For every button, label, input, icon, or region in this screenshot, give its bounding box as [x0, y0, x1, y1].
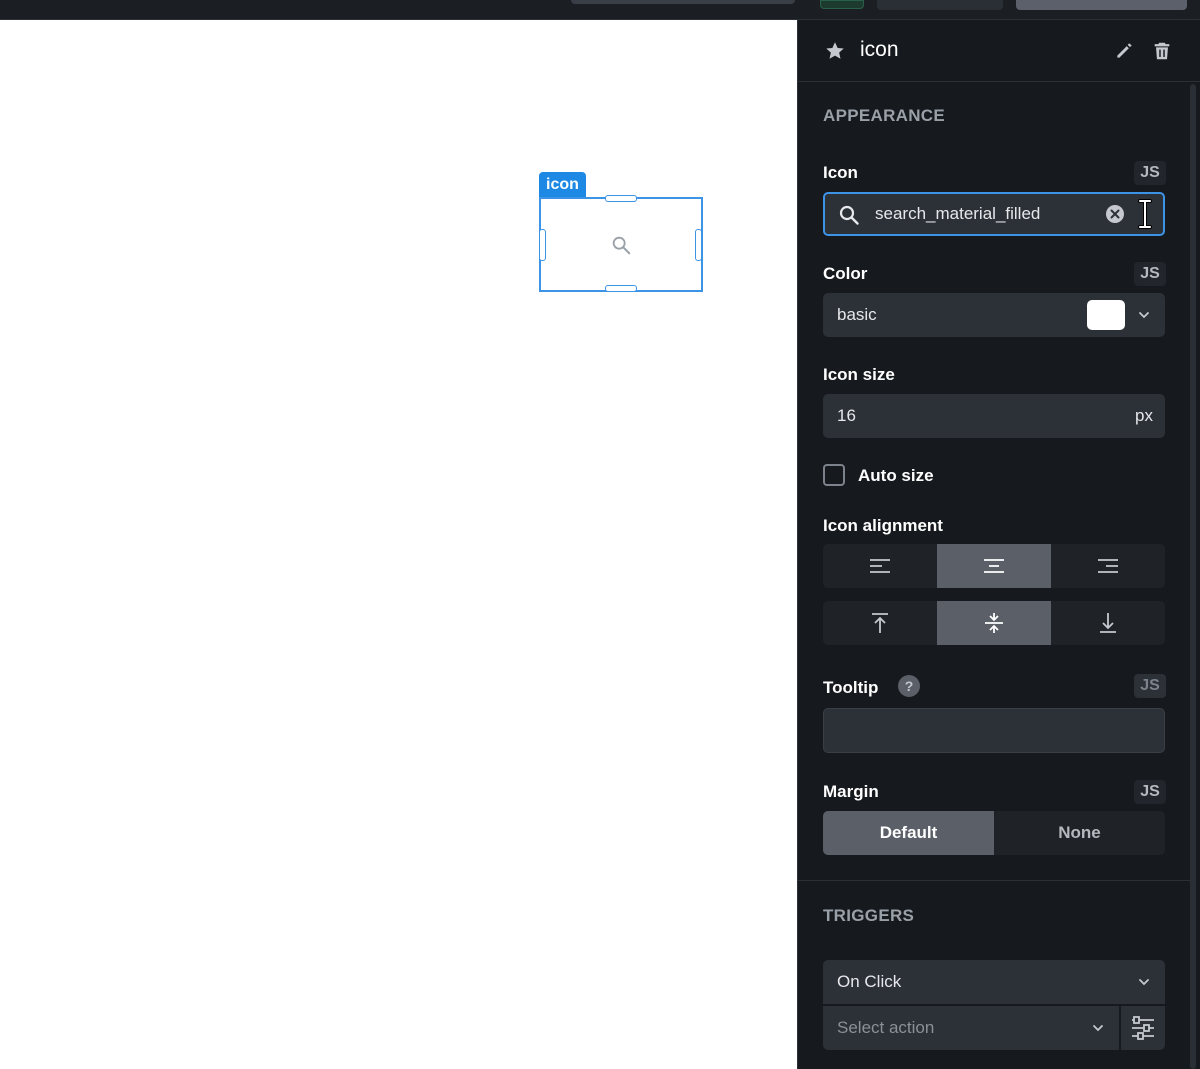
triggers-section-title: TRIGGERS — [823, 906, 915, 925]
trigger-event-select[interactable]: On Click — [823, 960, 1165, 1004]
inspector-panel: icon APPEARANCE Icon JS search_material_… — [797, 20, 1200, 1069]
color-swatch[interactable] — [1087, 300, 1125, 330]
align-bottom-button[interactable] — [1051, 601, 1165, 645]
resize-handle-left[interactable] — [539, 229, 546, 261]
align-right-icon — [1098, 559, 1118, 573]
margin-js-toggle[interactable]: JS — [1134, 780, 1166, 804]
margin-default-label: Default — [879, 823, 938, 842]
icon-size-input[interactable]: 16 px — [823, 394, 1165, 438]
color-label: Color — [823, 264, 868, 283]
margin-toggle-group: Default None — [823, 811, 1165, 855]
chevron-down-icon — [1139, 312, 1149, 319]
chevron-down-icon — [1139, 979, 1149, 986]
component-title: icon — [860, 38, 899, 61]
margin-none-button[interactable]: None — [994, 811, 1165, 855]
align-left-button[interactable] — [823, 544, 937, 588]
inspector-header: icon — [798, 20, 1200, 82]
icon-label: Icon — [823, 163, 858, 182]
align-bottom-icon — [1100, 613, 1116, 633]
vertical-alignment-group — [823, 601, 1165, 645]
color-value: basic — [837, 305, 877, 324]
star-icon[interactable] — [824, 40, 846, 62]
margin-default-button[interactable]: Default — [823, 811, 994, 855]
margin-none-label: None — [1058, 823, 1101, 842]
icon-picker-input[interactable]: search_material_filled — [823, 192, 1165, 236]
icon-size-value: 16 — [837, 406, 856, 425]
align-right-button[interactable] — [1051, 544, 1165, 588]
component-name-tag[interactable]: icon — [539, 172, 586, 198]
resize-handle-bottom[interactable] — [605, 285, 637, 292]
search-icon — [839, 205, 859, 225]
align-left-icon — [870, 559, 890, 573]
align-top-button[interactable] — [823, 601, 937, 645]
icon-size-label: Icon size — [823, 365, 895, 384]
toolbar-button[interactable] — [877, 0, 1003, 10]
color-select[interactable]: basic — [823, 293, 1165, 337]
tooltip-help-icon[interactable]: ? — [898, 675, 920, 697]
toolbar-status-button[interactable] — [820, 0, 864, 9]
horizontal-alignment-group — [823, 544, 1165, 588]
tooltip-label: Tooltip — [823, 678, 879, 697]
trigger-event-value: On Click — [837, 972, 902, 991]
text-cursor-icon — [1138, 199, 1152, 229]
chevron-down-icon — [1093, 1025, 1103, 1032]
search-icon — [612, 236, 631, 255]
editor-canvas[interactable] — [0, 20, 797, 1069]
margin-label: Margin — [823, 782, 879, 801]
align-middle-icon — [985, 613, 1003, 633]
top-toolbar — [0, 0, 1200, 20]
icon-js-toggle[interactable]: JS — [1134, 161, 1166, 185]
auto-size-label: Auto size — [858, 466, 934, 485]
trigger-action-select[interactable]: Select action — [823, 1006, 1119, 1050]
icon-alignment-label: Icon alignment — [823, 516, 943, 535]
sliders-icon — [1132, 1016, 1154, 1040]
pencil-icon[interactable] — [1114, 41, 1134, 61]
align-top-icon — [872, 613, 888, 633]
clear-icon[interactable] — [1105, 204, 1125, 224]
tooltip-input[interactable] — [823, 708, 1165, 753]
icon-size-unit: px — [1135, 406, 1153, 425]
toolbar-primary-button[interactable] — [1016, 0, 1187, 10]
toolbar-search[interactable] — [571, 0, 795, 4]
section-divider — [798, 880, 1190, 881]
trigger-settings-button[interactable] — [1121, 1006, 1165, 1050]
appearance-section-title: APPEARANCE — [823, 106, 946, 125]
trigger-action-placeholder: Select action — [837, 1018, 935, 1037]
tooltip-js-toggle[interactable]: JS — [1134, 674, 1166, 698]
align-center-icon — [984, 559, 1004, 573]
trash-icon[interactable] — [1151, 40, 1173, 62]
resize-handle-top[interactable] — [605, 195, 637, 202]
align-middle-button[interactable] — [937, 601, 1051, 645]
resize-handle-right[interactable] — [695, 229, 702, 261]
align-center-button[interactable] — [937, 544, 1051, 588]
color-js-toggle[interactable]: JS — [1134, 262, 1166, 286]
icon-picker-value: search_material_filled — [875, 204, 1041, 223]
panel-scrollbar[interactable] — [1190, 84, 1196, 1069]
auto-size-checkbox[interactable] — [823, 464, 845, 486]
